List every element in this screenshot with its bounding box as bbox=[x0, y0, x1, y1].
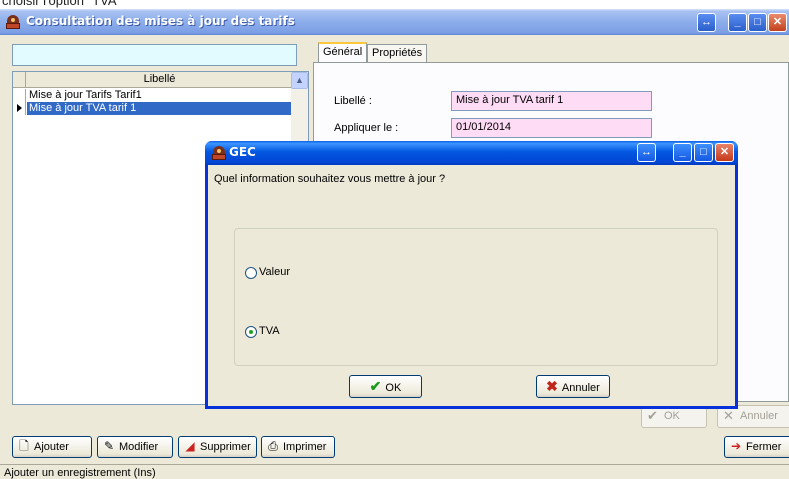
column-header-libelle[interactable]: Libellé bbox=[27, 73, 292, 85]
list-header: Libellé bbox=[13, 72, 292, 88]
modifier-button[interactable]: ✎ Modifier bbox=[97, 436, 173, 458]
status-bar: Ajouter un enregistrement (Ins) bbox=[0, 464, 789, 479]
dialog-minimize-button[interactable]: _ bbox=[673, 143, 692, 162]
dialog-resize-button[interactable]: ↔ bbox=[637, 143, 656, 162]
dialog-question: Quel information souhaitez vous mettre à… bbox=[214, 173, 446, 185]
row-header-gutter bbox=[13, 72, 26, 88]
dialog-title: GEC bbox=[229, 145, 256, 159]
fermer-button[interactable]: ➔ Fermer bbox=[724, 436, 789, 458]
radio-circle bbox=[245, 267, 257, 279]
list-item-label: Mise à jour Tarifs Tarif1 bbox=[29, 89, 142, 101]
dialog-title-bar[interactable]: GEC ↔ _ □ ✕ bbox=[205, 141, 738, 165]
list-item[interactable]: Mise à jour Tarifs Tarif1 bbox=[13, 89, 292, 102]
window-title-bar[interactable]: Consultation des mises à jour des tarifs… bbox=[0, 9, 789, 35]
appliquer-date-field[interactable]: 01/01/2014 bbox=[451, 118, 652, 138]
x-icon: ✖ bbox=[546, 378, 558, 394]
window-title: Consultation des mises à jour des tarifs bbox=[26, 14, 295, 28]
tab-proprietes[interactable]: Propriétés bbox=[367, 44, 428, 62]
radio-circle-checked bbox=[245, 326, 257, 338]
checkmark-icon: ✔ bbox=[369, 378, 382, 394]
appliquer-label: Appliquer le : bbox=[334, 122, 399, 134]
x-icon: ✕ bbox=[723, 408, 734, 423]
dialog-maximize-button[interactable]: □ bbox=[694, 143, 713, 162]
gec-dialog: GEC ↔ _ □ ✕ Quel information souhaitez v… bbox=[205, 141, 738, 409]
ajouter-button[interactable]: 🗋 Ajouter bbox=[12, 436, 92, 458]
dialog-close-button[interactable]: ✕ bbox=[715, 143, 734, 162]
dialog-annuler-button[interactable]: ✖ Annuler bbox=[536, 375, 610, 398]
exit-icon: ➔ bbox=[730, 439, 742, 453]
scroll-up-icon[interactable]: ▲ bbox=[291, 72, 308, 89]
radio-valeur-label: Valeur bbox=[259, 266, 290, 278]
radio-tva-label: TVA bbox=[259, 325, 280, 337]
imprimer-button[interactable]: ⎙ Imprimer bbox=[261, 436, 335, 458]
app-logo-icon bbox=[5, 14, 21, 30]
tab-general[interactable]: Général bbox=[318, 42, 368, 62]
options-groupbox bbox=[234, 228, 718, 366]
maximize-button[interactable]: □ bbox=[748, 13, 767, 32]
main-window: Consultation des mises à jour des tarifs… bbox=[0, 9, 789, 479]
edit-icon: ✎ bbox=[103, 439, 115, 453]
dialog-ok-button[interactable]: ✔ OK bbox=[349, 375, 422, 398]
printer-icon: ⎙ bbox=[268, 439, 278, 453]
supprimer-button[interactable]: ◢ Supprimer bbox=[178, 436, 257, 458]
top-caption: choisir l'option "TVA" bbox=[0, 0, 789, 9]
libelle-label: Libellé : bbox=[334, 95, 372, 107]
checkmark-icon: ✔ bbox=[647, 408, 658, 423]
eraser-icon: ◢ bbox=[185, 439, 195, 453]
app-logo-icon bbox=[211, 145, 227, 161]
resize-button[interactable]: ↔ bbox=[697, 13, 716, 32]
page-icon: 🗋 bbox=[19, 439, 29, 453]
close-button[interactable]: ✕ bbox=[768, 13, 787, 32]
list-item-label: Mise à jour TVA tarif 1 bbox=[27, 102, 292, 115]
top-caption-text: choisir l'option "TVA" bbox=[2, 0, 122, 8]
search-input[interactable] bbox=[12, 44, 297, 66]
libelle-field[interactable]: Mise à jour TVA tarif 1 bbox=[451, 91, 652, 111]
minimize-button[interactable]: _ bbox=[728, 13, 747, 32]
list-item-selected[interactable]: Mise à jour TVA tarif 1 bbox=[13, 102, 292, 115]
row-indicator-icon bbox=[17, 104, 22, 112]
